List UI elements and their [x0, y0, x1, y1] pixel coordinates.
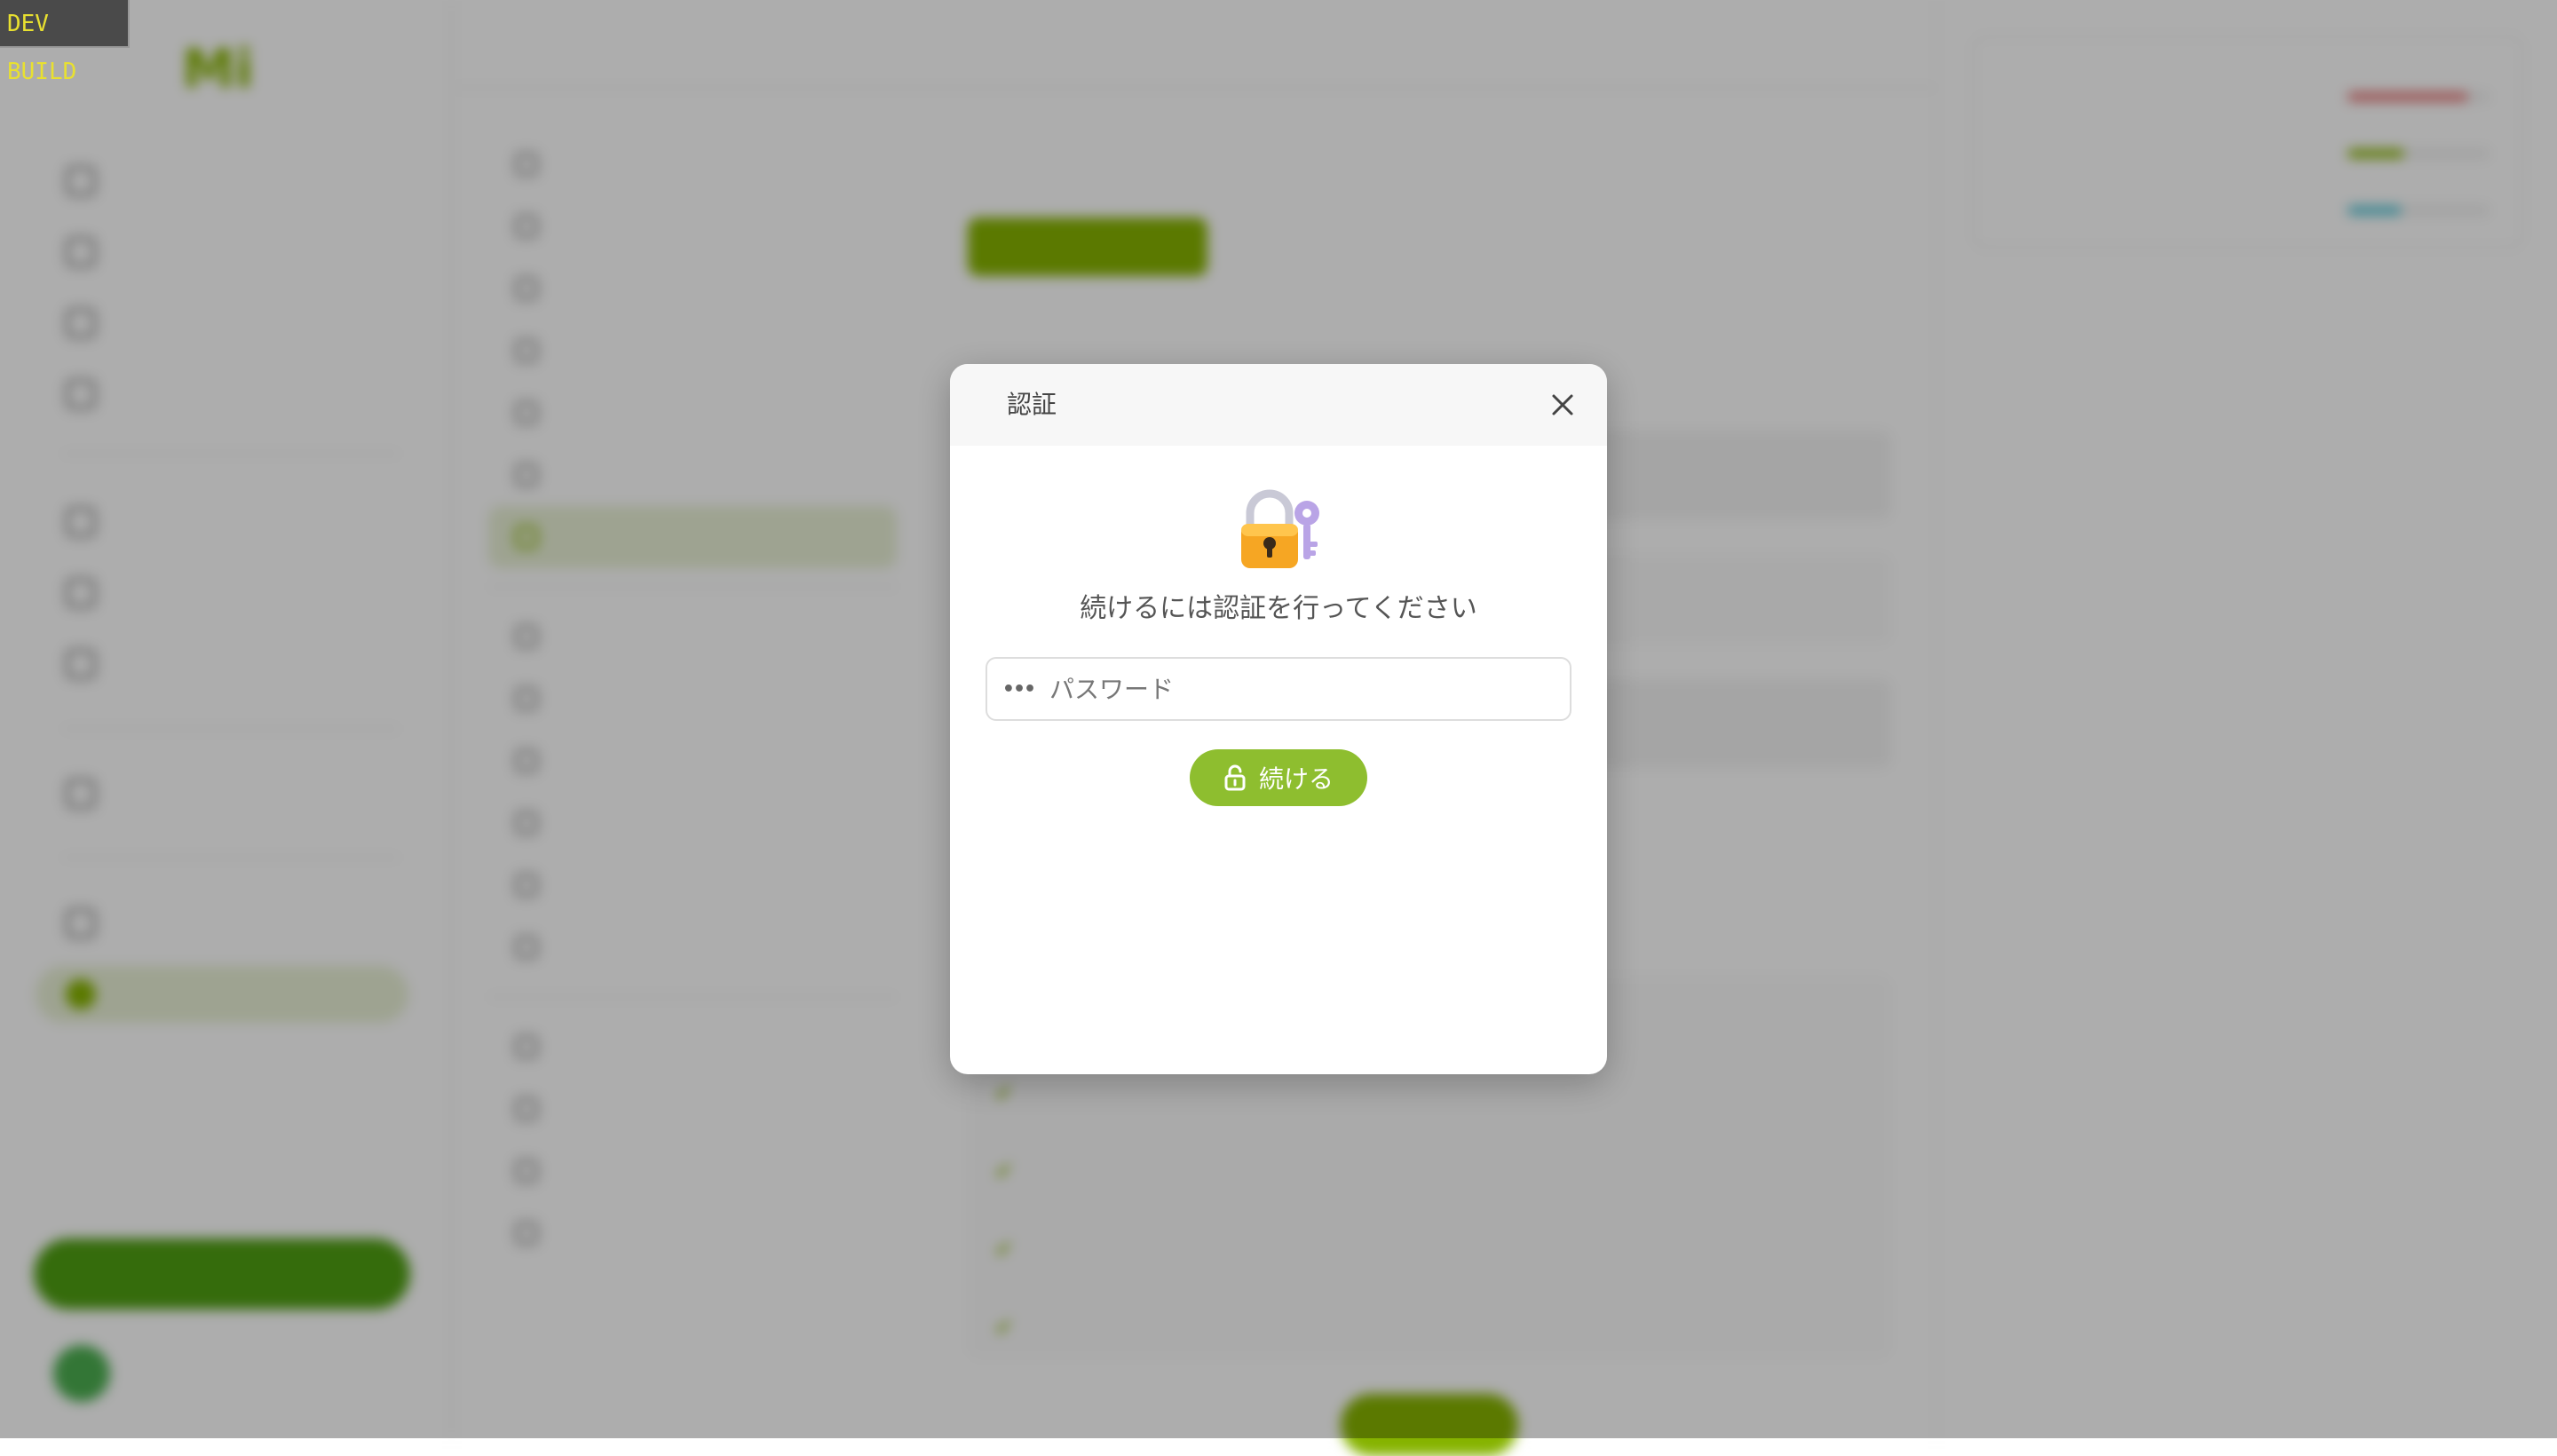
unlock-icon — [1224, 764, 1246, 791]
password-input[interactable] — [1049, 662, 1570, 716]
app-root: Mi ✔ ✔ ✔ ✔ DEV BUILD 認証 続けるには認証を行ってください … — [0, 0, 2557, 1456]
password-icon: ••• — [1001, 677, 1036, 700]
dev-build-badge: DEV BUILD — [0, 0, 130, 85]
dialog-header: 認証 — [950, 364, 1607, 446]
close-button[interactable] — [1545, 387, 1580, 423]
password-field[interactable]: ••• — [986, 657, 1571, 721]
dialog-title: 認証 — [1007, 390, 1057, 419]
continue-button[interactable]: 続ける — [1190, 749, 1367, 806]
close-icon — [1552, 394, 1573, 415]
auth-dialog: 認証 続けるには認証を行ってください ••• 続ける — [950, 364, 1607, 1074]
locked-with-key-icon — [1241, 489, 1319, 568]
auth-prompt: 続けるには認証を行ってください — [1080, 593, 1477, 624]
continue-label: 続ける — [1258, 764, 1334, 794]
